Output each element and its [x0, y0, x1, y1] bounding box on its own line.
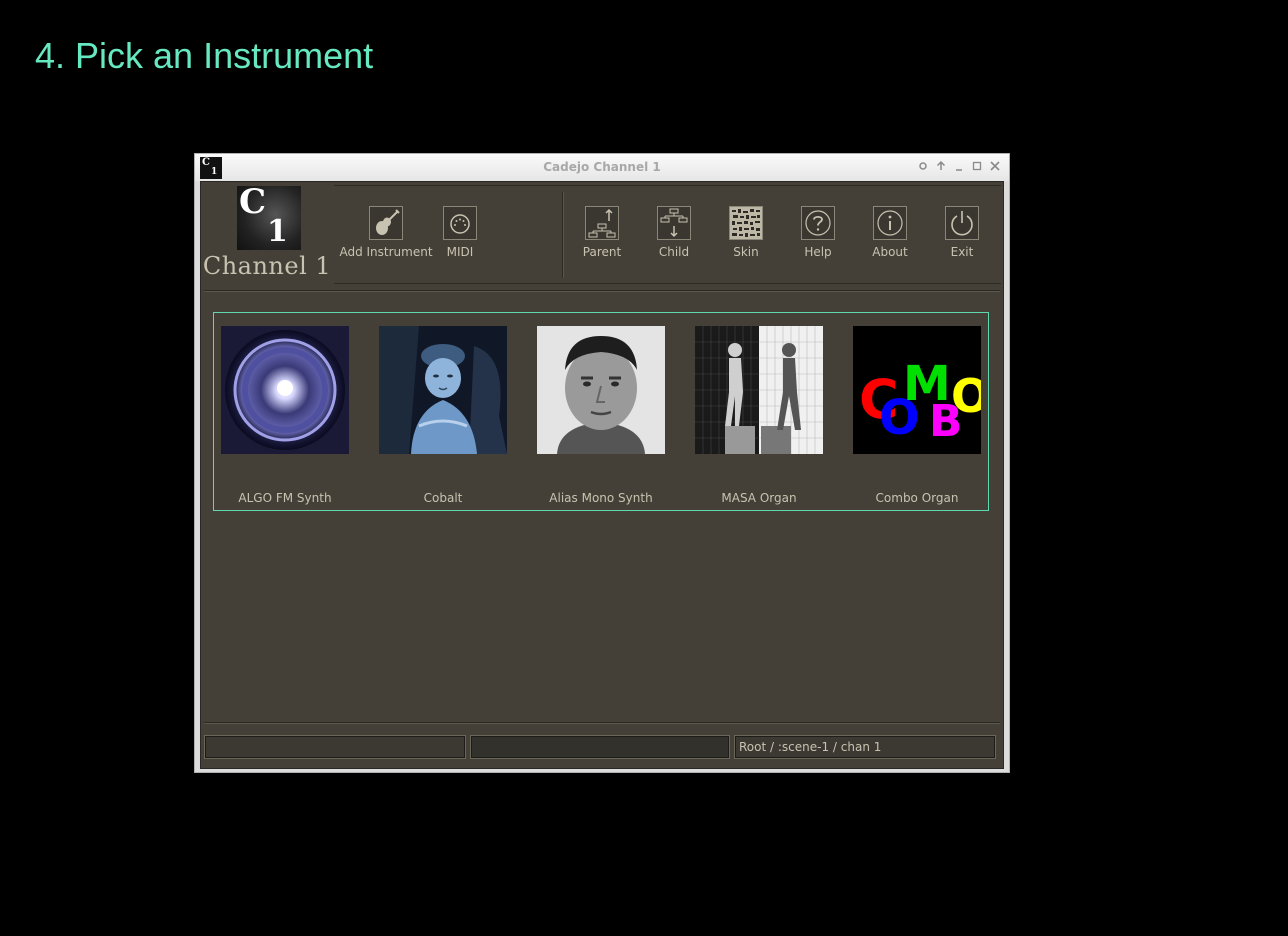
- instrument-name: MASA Organ: [721, 491, 797, 505]
- application-window: C 1 Cadejo Channel 1 C 1 Channel 1 Add I…: [194, 153, 1010, 773]
- parent-button[interactable]: Parent: [566, 206, 638, 259]
- instrument-cobalt[interactable]: Cobalt: [364, 326, 522, 505]
- status-path: Root / :scene-1 / chan 1: [734, 735, 996, 759]
- instrument-masa-organ[interactable]: MASA Organ: [680, 326, 838, 505]
- help-icon: [801, 206, 835, 240]
- about-label: About: [872, 245, 908, 259]
- about-button[interactable]: About: [854, 206, 926, 259]
- skin-button[interactable]: Skin: [710, 206, 782, 259]
- instrument-name: Alias Mono Synth: [549, 491, 653, 505]
- midi-button[interactable]: MIDI: [439, 206, 481, 259]
- add-instrument-label: Add Instrument: [339, 245, 433, 259]
- window-title: Cadejo Channel 1: [543, 160, 661, 174]
- glowing-orb-image: [221, 326, 349, 454]
- header-divider: [204, 290, 1000, 292]
- instrument-name: ALGO FM Synth: [238, 491, 332, 505]
- maximize-icon[interactable]: [971, 159, 983, 173]
- instrument-selection-panel: ALGO FM Synth Cobalt Alias Mono Synth MA…: [213, 312, 989, 511]
- svg-text:O: O: [951, 369, 981, 423]
- status-field-2: [470, 735, 730, 759]
- logo-letter: C: [239, 182, 267, 222]
- instrument-name: Combo Organ: [875, 491, 959, 505]
- help-label: Help: [804, 245, 832, 259]
- toolbar-separator: [562, 192, 564, 278]
- help-button[interactable]: Help: [782, 206, 854, 259]
- midi-label: MIDI: [446, 245, 474, 259]
- violin-icon: [369, 206, 403, 240]
- status-divider: [204, 722, 1000, 724]
- channel-logo-area: C 1 Channel 1: [201, 182, 333, 284]
- channel-label: Channel 1: [202, 252, 332, 280]
- walking-figures-image: [695, 326, 823, 454]
- power-icon: [945, 206, 979, 240]
- child-button[interactable]: Child: [638, 206, 710, 259]
- hierarchy-up-icon: [585, 206, 619, 240]
- hierarchy-down-icon: [657, 206, 691, 240]
- close-icon[interactable]: [989, 159, 1001, 173]
- combo-logo-image: C O M B O ​: [853, 326, 981, 454]
- skin-label: Skin: [733, 245, 759, 259]
- exit-label: Exit: [950, 245, 974, 259]
- toolbar: Add Instrument MIDI Parent Child Skin He…: [334, 185, 1001, 284]
- pin-icon[interactable]: [917, 159, 929, 173]
- instrument-alias-mono-synth[interactable]: Alias Mono Synth: [522, 326, 680, 505]
- instrument-algo-fm-synth[interactable]: ALGO FM Synth: [206, 326, 364, 505]
- channel-logo-icon: C 1: [237, 182, 301, 250]
- info-icon: [873, 206, 907, 240]
- title-bar[interactable]: C 1 Cadejo Channel 1: [195, 154, 1009, 181]
- slide-title: 4. Pick an Instrument: [35, 35, 374, 76]
- instrument-combo-organ[interactable]: C O M B O ​ Combo Organ: [838, 326, 996, 505]
- minimize-icon[interactable]: [953, 159, 965, 173]
- status-field-1: [204, 735, 466, 759]
- up-icon[interactable]: [935, 159, 947, 173]
- channel-panel: C 1 Channel 1 Add Instrument MIDI Parent…: [200, 181, 1004, 769]
- add-instrument-button[interactable]: Add Instrument: [334, 206, 438, 259]
- exit-button[interactable]: Exit: [926, 206, 998, 259]
- parent-label: Parent: [582, 245, 622, 259]
- midi-connector-icon: [443, 206, 477, 240]
- figurine-image: [379, 326, 507, 454]
- face-portrait-image: [537, 326, 665, 454]
- child-label: Child: [658, 245, 690, 259]
- texture-icon: [729, 206, 763, 240]
- instrument-name: Cobalt: [423, 491, 463, 505]
- logo-number: 1: [267, 214, 288, 249]
- status-bar: Root / :scene-1 / chan 1: [204, 732, 1000, 762]
